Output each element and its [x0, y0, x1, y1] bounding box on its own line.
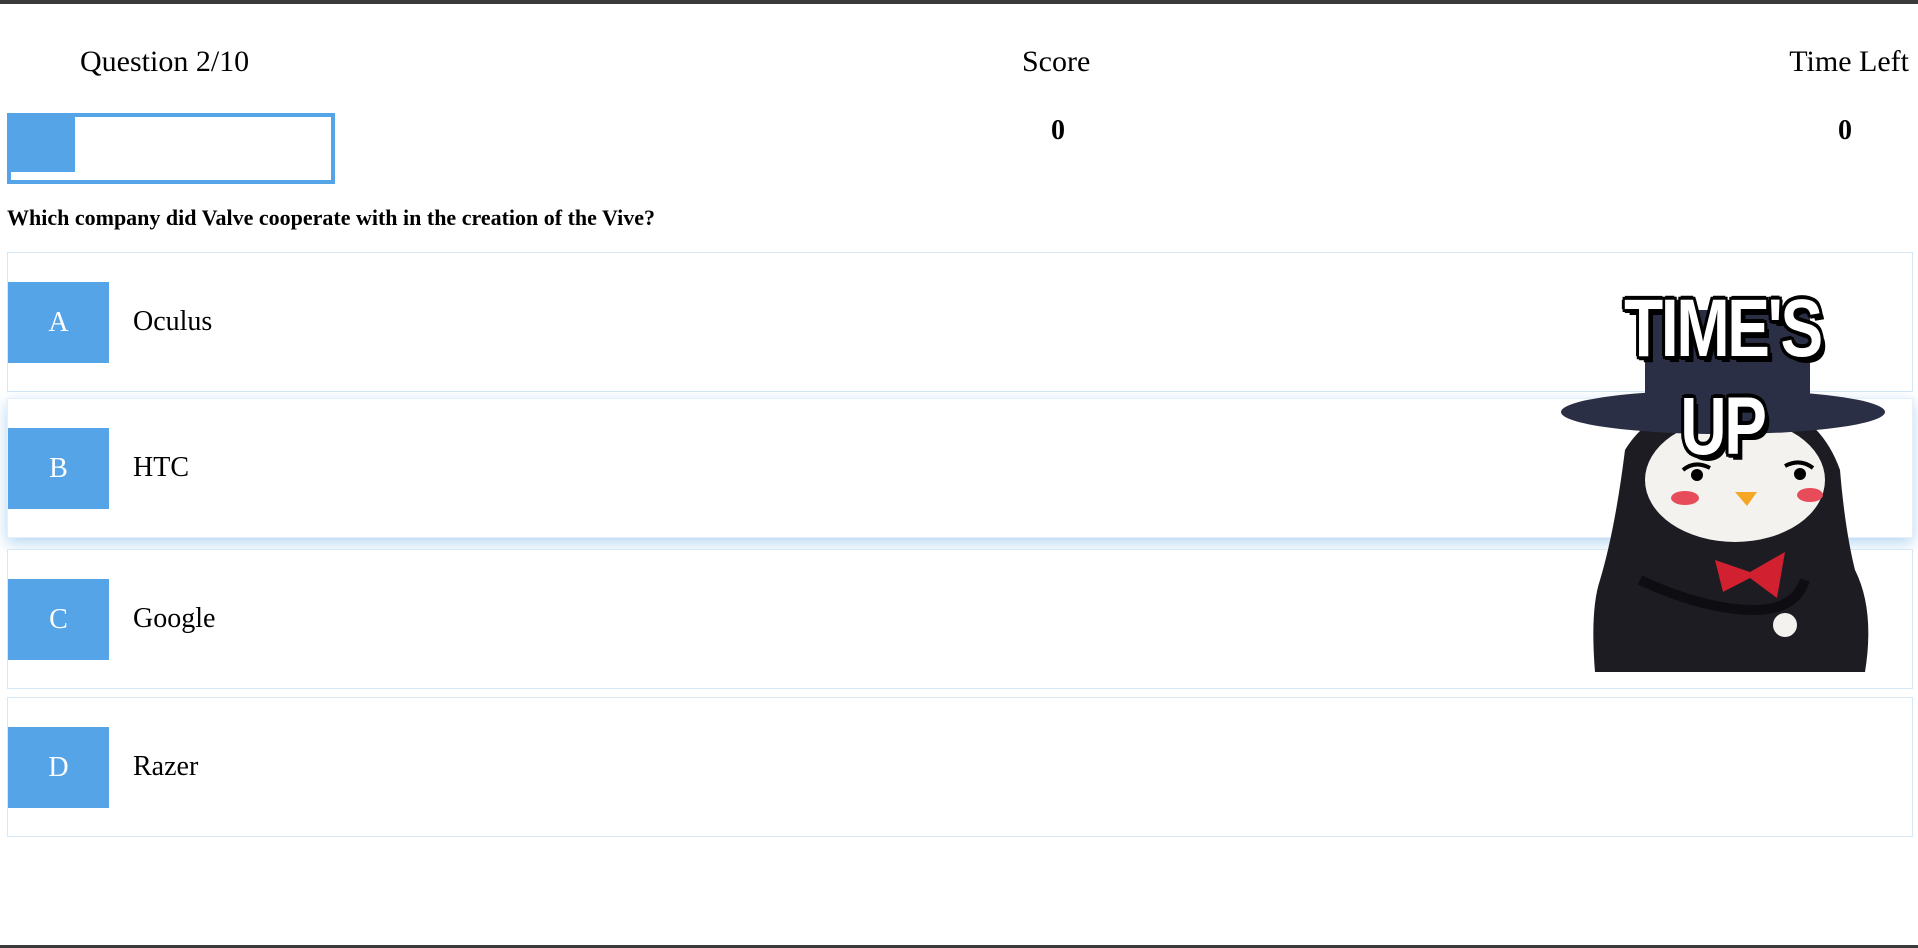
times-up-text: TIME'S UP: [1624, 283, 1823, 472]
option-text: Razer: [133, 751, 199, 782]
time-left-label: Time Left: [1789, 45, 1909, 78]
option-letter: B: [8, 428, 109, 509]
option-text: Google: [133, 603, 216, 634]
question-counter: Question 2/10: [80, 45, 250, 78]
progress-bar: [7, 113, 335, 184]
time-left-value: 0: [1838, 115, 1852, 146]
score-value: 0: [1051, 115, 1065, 146]
score-label: Score: [1022, 45, 1091, 78]
times-up-gif: TIME'S UP: [1555, 280, 1890, 675]
option-text: HTC: [133, 452, 189, 483]
answer-option-d[interactable]: D Razer: [7, 697, 1913, 837]
option-letter: D: [8, 727, 109, 808]
window-top-border: [0, 0, 1918, 4]
progress-fill: [11, 117, 75, 172]
option-text: Oculus: [133, 306, 213, 337]
option-letter: C: [8, 579, 109, 660]
option-letter: A: [8, 282, 109, 363]
question-text: Which company did Valve cooperate with i…: [7, 205, 655, 230]
